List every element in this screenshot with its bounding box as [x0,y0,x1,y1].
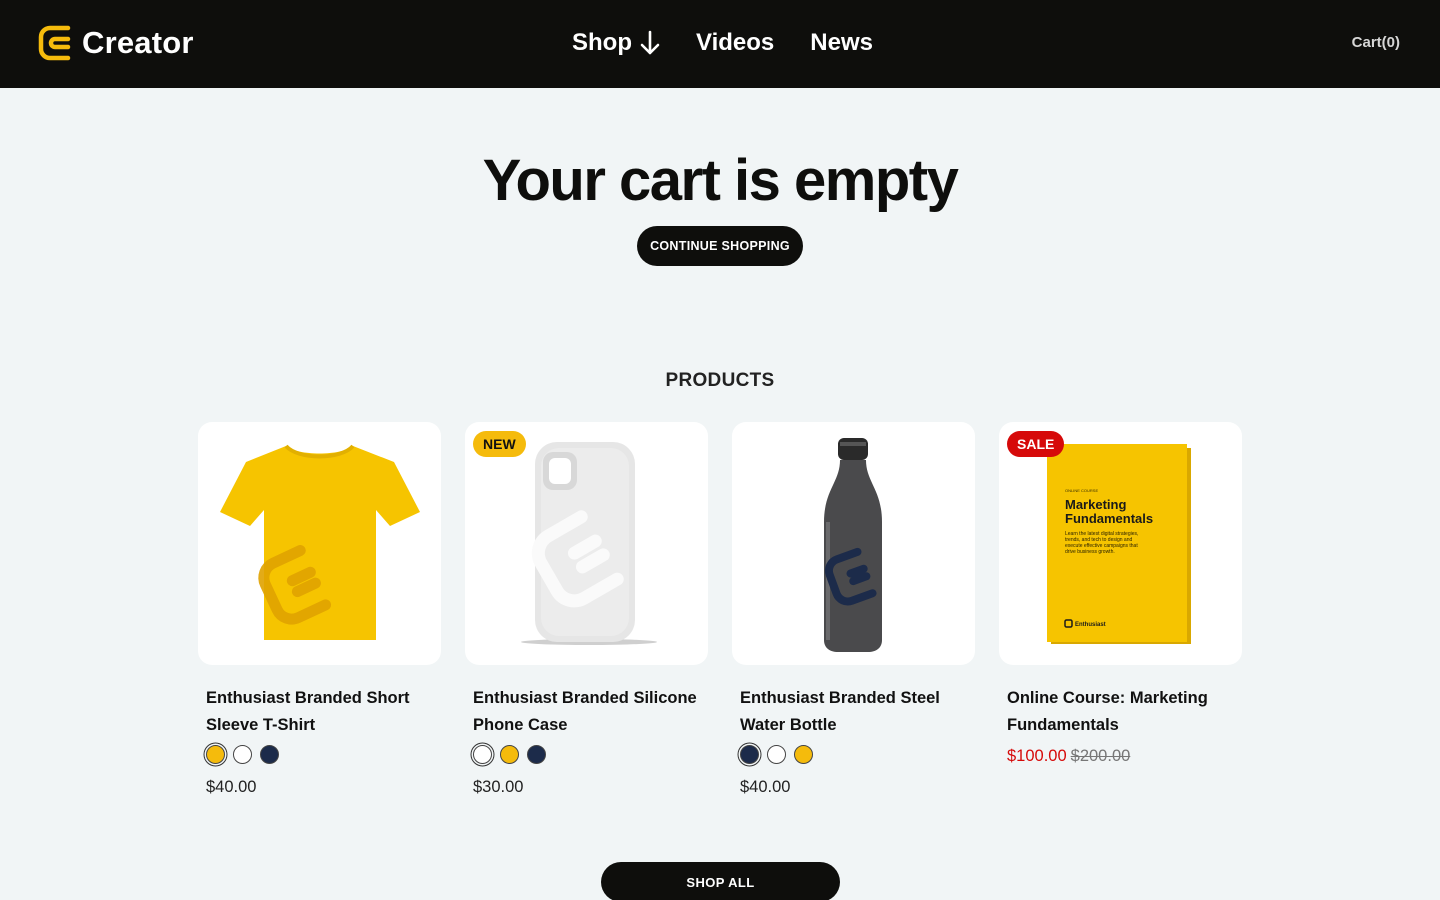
nav-shop-label: Shop [572,29,632,56]
swatch-yellow[interactable] [794,745,813,764]
book-title-line1: Marketing [1065,497,1126,512]
book-kicker: ONLINE COURSE [1065,488,1098,493]
arrow-down-icon [640,30,660,55]
course-book-image: ONLINE COURSE Marketing Fundamentals Lea… [1047,444,1191,644]
creator-logo-icon [38,25,71,61]
swatch-white[interactable] [473,745,492,764]
nav-shop[interactable]: Shop [572,26,660,60]
nav-videos[interactable]: Videos [696,26,774,60]
continue-shopping-button[interactable]: CONTINUE SHOPPING [637,226,803,266]
logo-text: Creator [82,25,194,60]
product-name[interactable]: Enthusiast Branded Short Sleeve T-Shirt [206,685,433,739]
product-image[interactable]: ONLINE COURSE Marketing Fundamentals Lea… [999,422,1242,665]
product-name[interactable]: Enthusiast Branded Steel Water Bottle [740,685,967,739]
swatch-navy[interactable] [527,745,546,764]
logo-link[interactable]: Creator [38,24,194,62]
color-swatches [473,745,708,764]
nav-news[interactable]: News [810,26,873,60]
swatch-navy[interactable] [260,745,279,764]
color-swatches [206,745,441,764]
book-brand: Enthusiast [1075,622,1106,628]
swatch-white[interactable] [767,745,786,764]
swatch-white[interactable] [233,745,252,764]
color-swatches [740,745,975,764]
cart-link[interactable]: Cart(0) [1352,33,1400,53]
swatch-yellow[interactable] [500,745,519,764]
product-image[interactable] [732,422,975,665]
tshirt-image [220,444,420,640]
product-price: $30.00 [473,778,524,796]
product-image[interactable] [198,422,441,665]
products-section-title: PRODUCTS [665,370,775,391]
product-image[interactable]: NEW [465,422,708,665]
swatch-yellow[interactable] [206,745,225,764]
water-bottle-image [824,438,882,652]
new-badge: NEW [473,431,526,457]
product-card[interactable]: Enthusiast Branded Steel Water Bottle $4… [732,422,975,798]
empty-cart-title: Your cart is empty [482,148,959,213]
swatch-navy[interactable] [740,745,759,764]
product-card[interactable]: ONLINE COURSE Marketing Fundamentals Lea… [999,422,1242,767]
product-name[interactable]: Enthusiast Branded Silicone Phone Case [473,685,700,739]
product-name[interactable]: Online Course: Marketing Fundamentals [1007,685,1234,739]
sale-badge: SALE [1007,431,1065,457]
price-row: $100.00 $200.00 [1007,745,1234,767]
product-card[interactable]: Enthusiast Branded Short Sleeve T-Shirt … [198,422,441,798]
product-price: $40.00 [740,778,791,796]
original-price: $200.00 [1070,747,1131,765]
shop-all-button[interactable]: SHOP ALL [601,862,840,900]
product-card[interactable]: NEW Enthusiast Branded Silicone Phone Ca… [465,422,708,798]
site-header: Creator Shop Videos News Cart(0) [0,0,1440,88]
product-price: $40.00 [206,778,257,796]
sale-price: $100.00 [1007,747,1067,765]
book-title-line2: Fundamentals [1065,511,1153,526]
main-nav: Shop Videos News [572,26,873,60]
phone-case-image [521,442,657,645]
